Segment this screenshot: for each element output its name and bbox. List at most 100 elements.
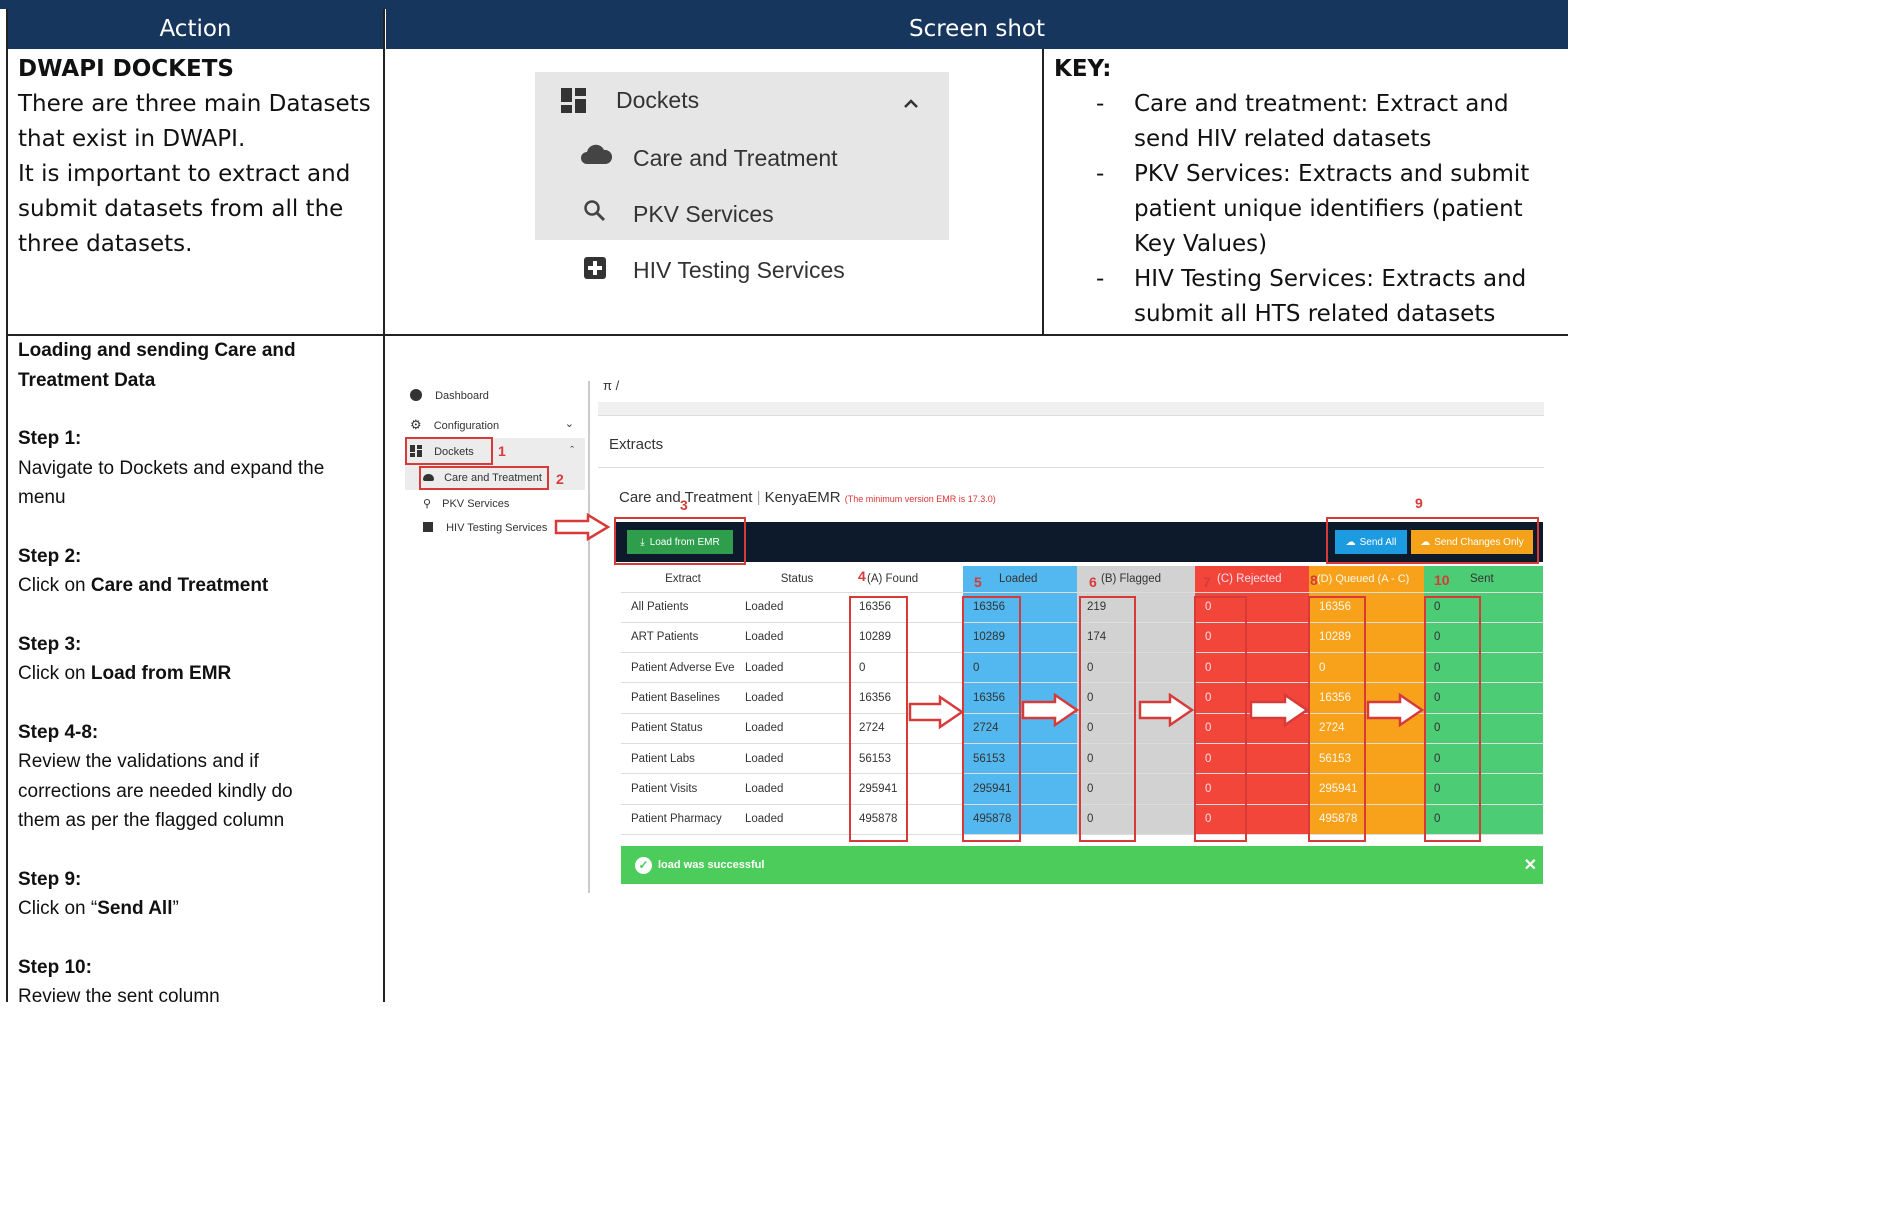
key-line: Care and treatment: Extract and bbox=[1134, 91, 1509, 117]
row2-title: Loading and sending Care and bbox=[18, 340, 296, 361]
col-header[interactable]: (C) Rejected bbox=[1195, 566, 1309, 593]
cell-extract: Patient Status bbox=[621, 713, 735, 744]
menu-item-care-and-treatment[interactable]: Care and Treatment bbox=[580, 142, 838, 174]
cell-extract: ART Patients bbox=[621, 622, 735, 654]
sidebar-item-hiv-testing-services[interactable]: HIV Testing Services bbox=[423, 522, 547, 534]
col-header[interactable]: Status bbox=[735, 566, 849, 593]
step-text: Click on Care and Treatment bbox=[18, 571, 378, 601]
chevron-up-icon bbox=[903, 87, 919, 114]
row2-title: Treatment Data bbox=[18, 369, 156, 391]
key-line: send HIV related datasets bbox=[1134, 126, 1432, 152]
emr-version-note: (The minimum version EMR is 17.3.0) bbox=[844, 494, 996, 504]
annotation-box bbox=[849, 596, 908, 842]
annotation-box bbox=[1424, 596, 1481, 842]
page-title: Extracts bbox=[609, 436, 664, 453]
gear-icon: ⚙ bbox=[410, 417, 422, 432]
cell-extract: Patient Baselines bbox=[621, 682, 735, 714]
emr-name: KenyaEMR bbox=[764, 489, 841, 506]
cell-status: Loaded bbox=[735, 652, 849, 684]
annotation-box bbox=[1308, 596, 1366, 842]
page-header bbox=[598, 420, 1544, 468]
plus-square-icon bbox=[583, 255, 607, 285]
col-header[interactable]: Extract bbox=[621, 566, 735, 593]
step-text: menu bbox=[18, 487, 66, 508]
chevron-up-icon: ˆ bbox=[570, 445, 574, 457]
cell-status: Loaded bbox=[735, 622, 849, 654]
cell-extract: All Patients bbox=[621, 592, 735, 623]
grid-line bbox=[383, 9, 385, 1002]
step-label: Step 1: bbox=[18, 428, 82, 449]
menu-item-hiv-testing-services[interactable]: HIV Testing Services bbox=[583, 254, 845, 286]
sidebar-label: Dashboard bbox=[435, 390, 489, 402]
grid-line bbox=[1042, 49, 1044, 335]
sidebar-label: HIV Testing Services bbox=[446, 522, 548, 534]
row1-line: that exist in DWAPI. bbox=[18, 126, 246, 152]
cell-extract: Patient Adverse Even bbox=[621, 652, 735, 684]
cell-status: Loaded bbox=[735, 713, 849, 744]
step-text: them as per the flagged column bbox=[18, 810, 285, 831]
sidebar-item-configuration[interactable]: ⚙ Configuration ⌄ bbox=[410, 417, 578, 433]
annotation-number: 3 bbox=[680, 497, 688, 513]
key-section: KEY: Care and treatment: Extract and send… bbox=[1054, 52, 1564, 332]
key-title: KEY: bbox=[1054, 56, 1112, 82]
annotation-number: 1 bbox=[498, 443, 506, 459]
step-text: Navigate to Dockets and expand the bbox=[18, 457, 325, 479]
breadcrumb[interactable]: π / bbox=[603, 378, 619, 393]
cell-status: Loaded bbox=[735, 743, 849, 775]
dashboard-icon bbox=[410, 389, 422, 401]
step-text-part: Click on bbox=[18, 663, 91, 684]
row1-line: three datasets. bbox=[18, 231, 193, 257]
dockets-menu-header[interactable]: Dockets bbox=[561, 84, 941, 116]
step-text: corrections are needed kindly do bbox=[18, 780, 293, 802]
step-text-part: Click on bbox=[18, 575, 91, 596]
menu-item-pkv-services[interactable]: PKV Services bbox=[583, 198, 774, 230]
annotation-number: 6 bbox=[1089, 574, 1097, 590]
cell-status: Loaded bbox=[735, 592, 849, 623]
close-icon[interactable]: ✕ bbox=[1524, 855, 1537, 875]
cell-status: Loaded bbox=[735, 682, 849, 714]
header-action: Action bbox=[7, 9, 384, 49]
row2-steps: Loading and sending Care and Treatment D… bbox=[18, 336, 378, 1012]
row1-line: submit datasets from all the bbox=[18, 196, 344, 222]
arrow-right-icon bbox=[1249, 693, 1309, 727]
menu-item-label: PKV Services bbox=[633, 200, 774, 227]
sidebar-item-dashboard[interactable]: Dashboard bbox=[410, 389, 489, 402]
step-text-bold: Send All bbox=[97, 898, 173, 919]
cell-status: Loaded bbox=[735, 804, 849, 835]
row1-title: DWAPI DOCKETS bbox=[18, 56, 234, 82]
cell-extract: Patient Visits bbox=[621, 773, 735, 805]
step-label: Step 10: bbox=[18, 956, 92, 978]
arrow-right-icon bbox=[1366, 693, 1424, 727]
step-text: Click on Load from EMR bbox=[18, 659, 378, 689]
arrow-right-icon bbox=[1021, 693, 1079, 727]
sidebar-item-pkv-services[interactable]: ⚲ PKV Services bbox=[423, 497, 509, 510]
cell-extract: Patient Labs bbox=[621, 743, 735, 775]
step-text: Review the validations and if bbox=[18, 751, 259, 772]
cell-extract: Patient Pharmacy bbox=[621, 804, 735, 835]
step-text: Review the sent column bbox=[18, 986, 220, 1007]
breadcrumb-bar bbox=[598, 402, 1544, 416]
key-item: Care and treatment: Extract and send HIV … bbox=[1054, 87, 1564, 157]
menu-item-label: Care and Treatment bbox=[633, 144, 838, 171]
header-screenshot: Screen shot bbox=[386, 9, 1568, 49]
cell-status: Loaded bbox=[735, 773, 849, 805]
annotation-box bbox=[1194, 596, 1247, 842]
table-header-row: Extract Status (A) Found Loaded (B) Flag… bbox=[621, 566, 1543, 593]
row1-line: There are three main Datasets bbox=[18, 91, 371, 117]
dashboard-grid-icon bbox=[561, 87, 587, 113]
search-icon bbox=[583, 199, 607, 229]
row1-description: DWAPI DOCKETS There are three main Datas… bbox=[18, 52, 378, 262]
annotation-box bbox=[1079, 596, 1136, 842]
chevron-down-icon: ⌄ bbox=[564, 418, 574, 430]
grid-line bbox=[6, 9, 8, 1002]
arrow-right-icon bbox=[554, 513, 610, 541]
col-header[interactable]: (D) Queued (A - C) bbox=[1309, 566, 1424, 593]
annotation-number: 10 bbox=[1434, 572, 1450, 588]
col-header[interactable]: (A) Found bbox=[849, 566, 963, 593]
check-circle-icon: ✓ bbox=[635, 856, 652, 874]
arrow-right-icon bbox=[1138, 693, 1194, 727]
cloud-icon bbox=[580, 144, 613, 172]
arrow-right-icon bbox=[908, 695, 964, 729]
row1-line: It is important to extract and bbox=[18, 161, 351, 187]
annotation-box bbox=[962, 596, 1021, 842]
